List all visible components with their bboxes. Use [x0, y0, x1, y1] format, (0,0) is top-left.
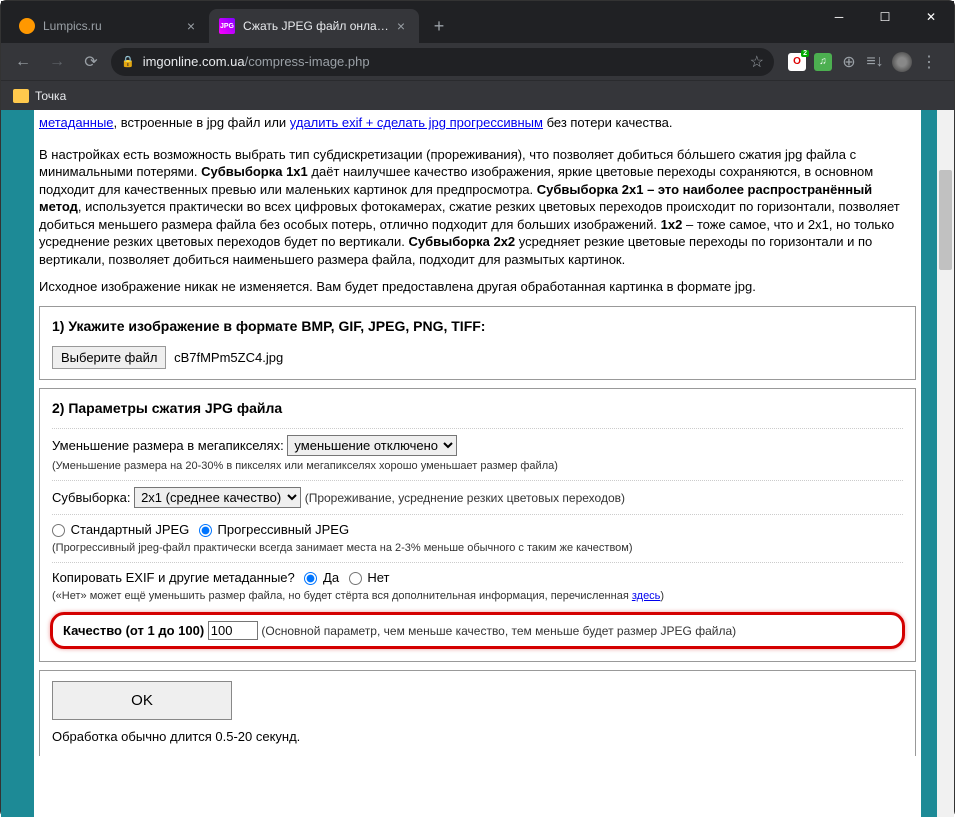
scrollbar-thumb[interactable]: [939, 170, 952, 270]
exif-no-radio[interactable]: [349, 572, 362, 585]
url-path: /compress-image.php: [245, 54, 370, 69]
bookmark-star-icon[interactable]: ☆: [750, 52, 764, 72]
exif-label: Копировать EXIF и другие метаданные?: [52, 570, 295, 585]
tab-title: Сжать JPEG файл онлайн - IMG: [243, 19, 393, 33]
selected-filename: cB7fMPm5ZC4.jpg: [174, 350, 283, 365]
extensions: O2 ♫ ⊕ ≡↓ ⋮: [788, 52, 938, 72]
reading-list-icon[interactable]: ≡↓: [866, 53, 884, 71]
window-controls: ─ ☐ ✕: [816, 1, 954, 33]
favicon-imgonline: JPG: [219, 18, 235, 34]
extension-icon[interactable]: ♫: [814, 53, 832, 71]
exif-here-link[interactable]: здесь: [632, 590, 661, 602]
close-button[interactable]: ✕: [908, 1, 954, 33]
subsample-select[interactable]: 2x1 (среднее качество): [134, 487, 301, 508]
jpeg-type-row: Стандартный JPEG Прогрессивный JPEG (Про…: [52, 514, 903, 562]
metadata-link[interactable]: метаданные: [39, 115, 114, 130]
tab-imgonline[interactable]: JPG Сжать JPEG файл онлайн - IMG ×: [209, 9, 419, 43]
lock-icon: 🔒: [121, 55, 135, 68]
scrollbar[interactable]: [937, 110, 954, 817]
standard-jpeg-radio[interactable]: [52, 524, 65, 537]
section-title: 2) Параметры сжатия JPG файла: [52, 399, 903, 418]
close-icon[interactable]: ×: [183, 18, 199, 34]
description-para: В настройках есть возможность выбрать ти…: [39, 146, 916, 269]
subsample-label: Субвыборка:: [52, 490, 130, 505]
quality-label: Качество (от 1 до 100): [63, 623, 204, 638]
extension-icon[interactable]: ⊕: [840, 53, 858, 71]
section-compression-params: 2) Параметры сжатия JPG файла Уменьшение…: [39, 388, 916, 663]
source-note: Исходное изображение никак не изменяется…: [39, 278, 916, 296]
back-button[interactable]: ←: [9, 48, 37, 76]
choose-file-button[interactable]: Выберите файл: [52, 346, 166, 369]
progressive-jpeg-label: Прогрессивный JPEG: [218, 522, 350, 537]
exif-no-label: Нет: [367, 570, 389, 585]
processing-note: Обработка обычно длится 0.5-20 секунд.: [52, 729, 300, 744]
maximize-button[interactable]: ☐: [862, 1, 908, 33]
favicon-lumpics: [19, 18, 35, 34]
section-title: 1) Укажите изображение в формате BMP, GI…: [52, 317, 903, 336]
intro-text: метаданные, встроенные в jpg файл или уд…: [39, 110, 916, 136]
quality-hint: (Основной параметр, чем меньше качество,…: [261, 624, 736, 638]
exif-yes-label: Да: [323, 570, 339, 585]
ok-button[interactable]: OK: [52, 681, 232, 720]
exif-link[interactable]: удалить exif + сделать jpg прогрессивным: [290, 115, 543, 130]
tab-title: Lumpics.ru: [43, 19, 183, 33]
exif-hint: («Нет» может ещё уменьшить размер файла,…: [52, 590, 664, 602]
folder-icon: [13, 89, 29, 103]
tab-lumpics[interactable]: Lumpics.ru ×: [9, 9, 209, 43]
bookmark-label: Точка: [35, 89, 66, 103]
standard-jpeg-label: Стандартный JPEG: [71, 522, 190, 537]
reload-button[interactable]: ⟳: [77, 48, 105, 76]
subsample-hint: (Прореживание, усреднение резких цветовы…: [305, 491, 625, 505]
megapixel-label: Уменьшение размера в мегапикселях:: [52, 438, 284, 453]
close-icon[interactable]: ×: [393, 18, 409, 34]
quality-row: Качество (от 1 до 100) (Основной парамет…: [50, 612, 905, 649]
section-file-select: 1) Укажите изображение в формате BMP, GI…: [39, 306, 916, 380]
url-host: imgonline.com.ua: [143, 54, 245, 69]
page-content: метаданные, встроенные в jpg файл или уд…: [34, 110, 921, 817]
megapixel-row: Уменьшение размера в мегапикселях: умень…: [52, 428, 903, 480]
progressive-jpeg-radio[interactable]: [199, 524, 212, 537]
bookmark-folder[interactable]: Точка: [13, 89, 66, 103]
address-bar: ← → ⟳ 🔒 imgonline.com.ua/compress-image.…: [1, 43, 954, 80]
profile-avatar[interactable]: [892, 52, 912, 72]
subsample-row: Субвыборка: 2x1 (среднее качество) (Прор…: [52, 480, 903, 514]
titlebar: Lumpics.ru × JPG Сжать JPEG файл онлайн …: [1, 1, 954, 43]
menu-icon[interactable]: ⋮: [920, 53, 938, 71]
megapixel-hint: (Уменьшение размера на 20-30% в пикселях…: [52, 460, 558, 472]
exif-yes-radio[interactable]: [304, 572, 317, 585]
bookmarks-bar: Точка: [1, 80, 954, 110]
quality-input[interactable]: [208, 621, 258, 640]
minimize-button[interactable]: ─: [816, 1, 862, 33]
tab-strip: Lumpics.ru × JPG Сжать JPEG файл онлайн …: [9, 9, 453, 43]
page-viewport: метаданные, встроенные в jpg файл или уд…: [1, 110, 954, 817]
new-tab-button[interactable]: +: [425, 12, 453, 40]
extension-icon[interactable]: O2: [788, 53, 806, 71]
exif-row: Копировать EXIF и другие метаданные? Да …: [52, 562, 903, 610]
megapixel-select[interactable]: уменьшение отключено: [287, 435, 457, 456]
forward-button[interactable]: →: [43, 48, 71, 76]
section-submit: OK Обработка обычно длится 0.5-20 секунд…: [39, 670, 916, 756]
url-input[interactable]: 🔒 imgonline.com.ua/compress-image.php ☆: [111, 48, 774, 76]
jpeg-type-hint: (Прогрессивный jpeg-файл практически все…: [52, 542, 633, 554]
